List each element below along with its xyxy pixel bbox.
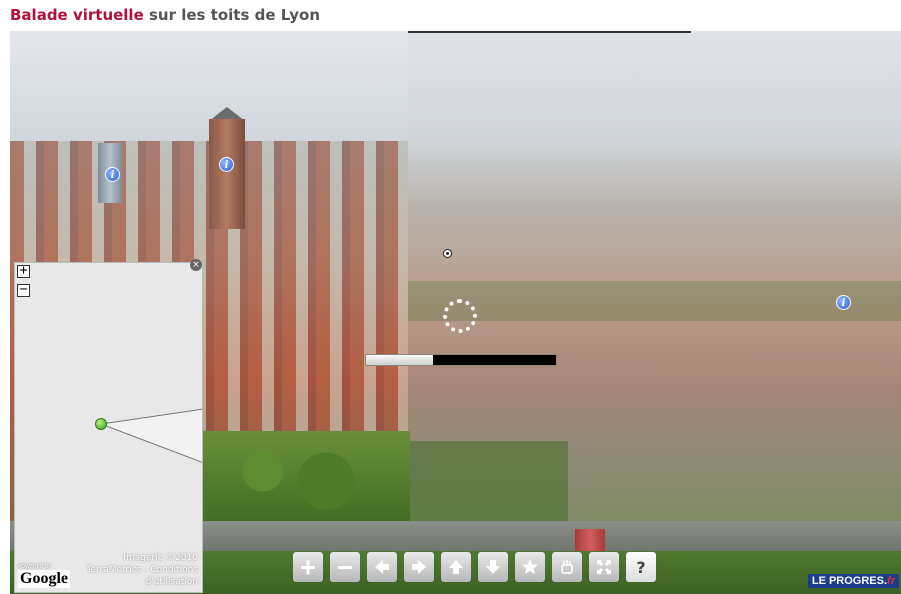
- favorite-button[interactable]: [515, 552, 545, 582]
- arrow-left-icon: [375, 560, 389, 574]
- le-progres-logo[interactable]: LE PROGRES.fr: [807, 574, 899, 588]
- info-icon[interactable]: i: [836, 295, 851, 310]
- arrow-up-icon: [449, 560, 463, 574]
- loading-spinner-icon: [443, 299, 477, 333]
- panorama-blur-trees: [408, 441, 568, 521]
- panorama-tower: [209, 119, 245, 229]
- logo-text: LE PROGRES.: [811, 575, 888, 587]
- pan-up-button[interactable]: [441, 552, 471, 582]
- arrow-right-icon: [412, 560, 426, 574]
- credits-line[interactable]: TerraMetrics - Conditions: [86, 564, 198, 576]
- drag-mode-button[interactable]: [552, 552, 582, 582]
- mini-map[interactable]: + − POWERED BY Google Imagerie ©2010 Ter…: [14, 262, 203, 593]
- pan-left-button[interactable]: [367, 552, 397, 582]
- minus-icon: [338, 566, 352, 569]
- star-icon: [522, 559, 538, 574]
- loading-progress-fill: [366, 355, 433, 365]
- crosshair-icon: [443, 249, 452, 258]
- pan-down-button[interactable]: [478, 552, 508, 582]
- hand-icon: [561, 560, 573, 574]
- fullscreen-button[interactable]: [589, 552, 619, 582]
- logo-suffix: fr: [887, 575, 895, 587]
- view-cone: [99, 408, 202, 463]
- pan-right-button[interactable]: [404, 552, 434, 582]
- title-accent: Balade virtuelle: [10, 6, 144, 24]
- credits-line: Imagerie ©2010: [123, 553, 198, 563]
- plus-icon: [301, 560, 315, 575]
- map-credits: Imagerie ©2010 TerraMetrics - Conditions…: [86, 552, 198, 588]
- title-rest: sur les toits de Lyon: [143, 6, 321, 24]
- page-title: Balade virtuelle sur les toits de Lyon: [10, 6, 320, 24]
- arrow-down-icon: [486, 560, 500, 574]
- navigation-toolbar: ?: [293, 552, 656, 582]
- credits-line[interactable]: d'utilisation: [86, 576, 198, 588]
- info-icon[interactable]: i: [105, 167, 120, 182]
- info-icon[interactable]: i: [219, 157, 234, 172]
- loading-top-bar: [408, 31, 691, 33]
- fullscreen-icon: [597, 560, 611, 574]
- panorama-viewer[interactable]: i i i + − POWERED BY Google Imagerie ©20…: [10, 31, 901, 594]
- panorama-blur-band: [408, 281, 901, 321]
- help-button[interactable]: ?: [626, 552, 656, 582]
- zoom-in-control[interactable]: [293, 552, 323, 582]
- loading-progress-bar: [365, 354, 557, 366]
- google-logo[interactable]: Google: [18, 570, 70, 588]
- panorama-trees: [200, 431, 410, 531]
- zoom-out-control[interactable]: [330, 552, 360, 582]
- position-marker-icon[interactable]: [95, 418, 107, 430]
- map-close-button[interactable]: ×: [190, 259, 202, 271]
